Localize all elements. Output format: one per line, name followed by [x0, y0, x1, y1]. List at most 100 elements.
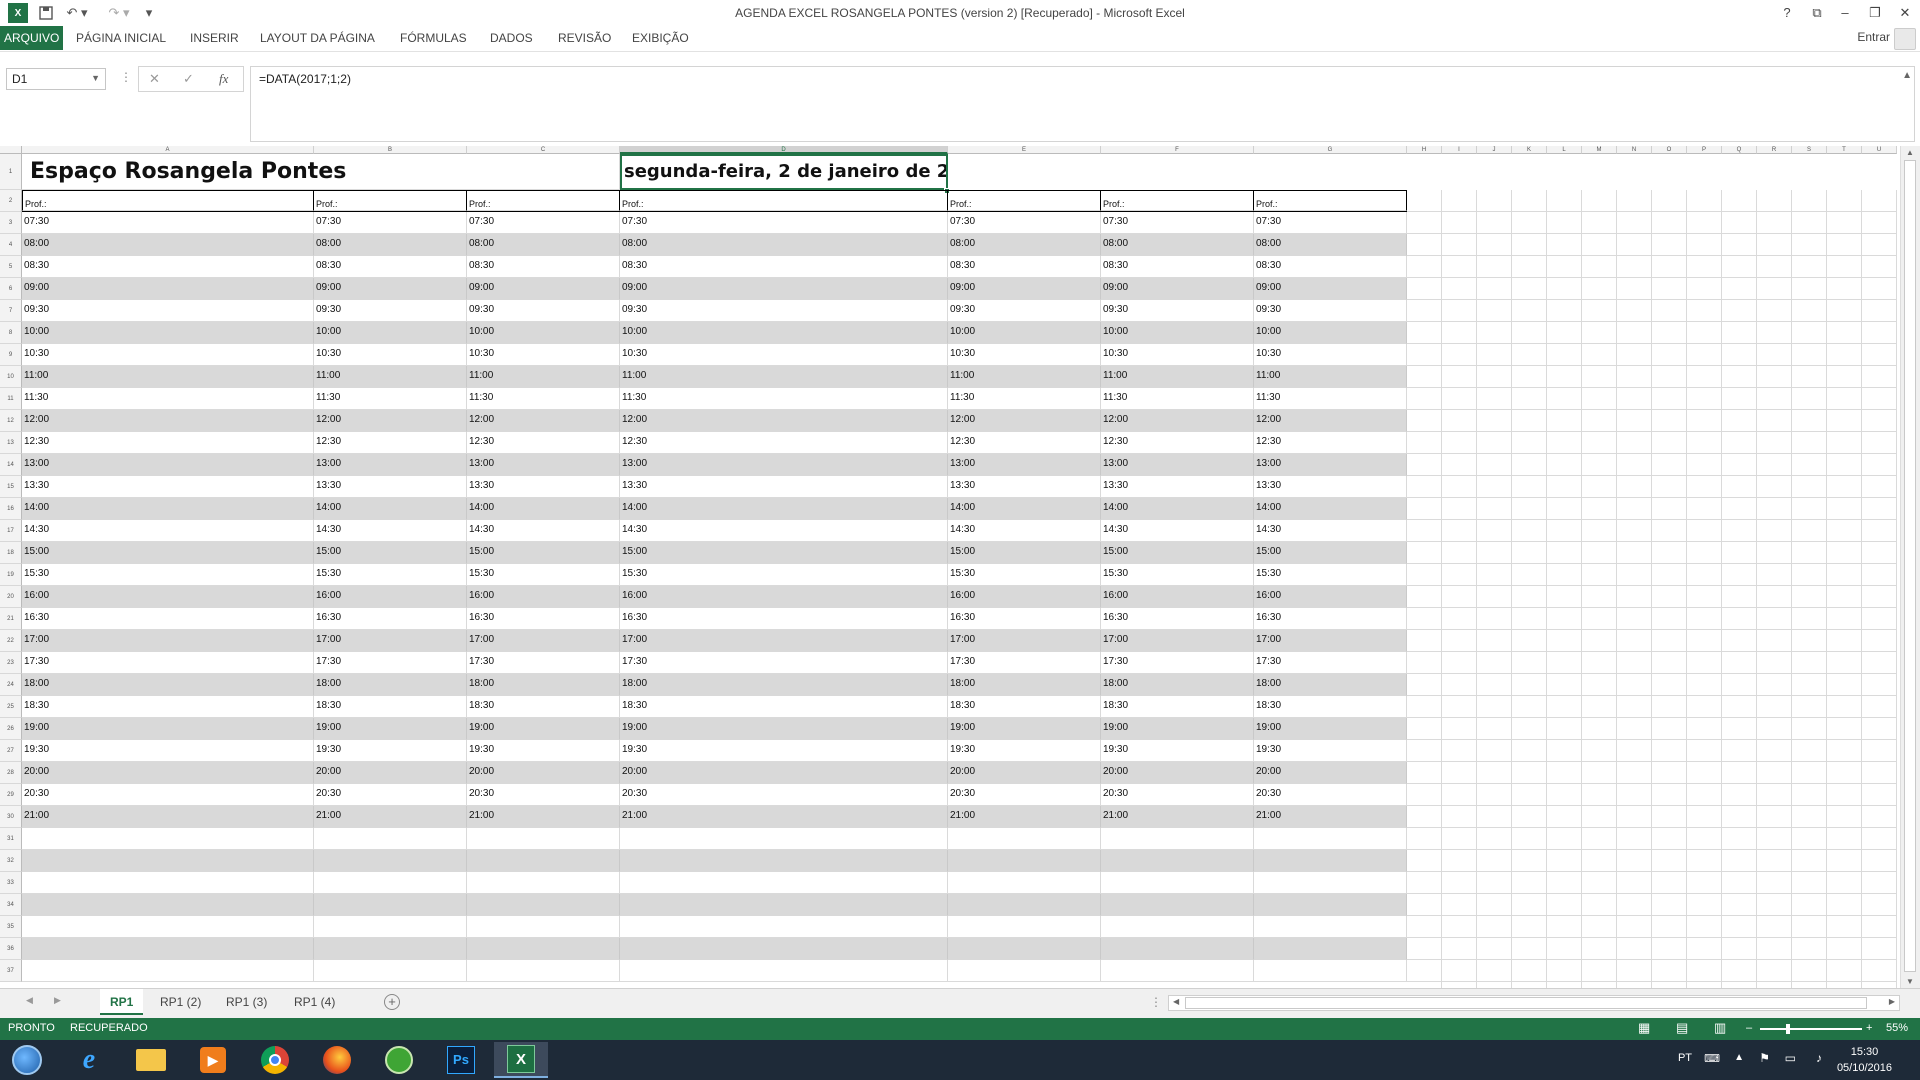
- time-cell[interactable]: 13:00: [22, 454, 314, 476]
- row-header[interactable]: 18: [0, 542, 22, 564]
- row-header[interactable]: 33: [0, 872, 22, 894]
- empty-cell[interactable]: [22, 850, 314, 872]
- empty-cell[interactable]: [467, 960, 620, 982]
- prof-cell[interactable]: Prof.:: [948, 191, 1101, 211]
- empty-cell[interactable]: [22, 894, 314, 916]
- zoom-in-icon[interactable]: +: [1866, 1022, 1872, 1034]
- time-cell[interactable]: 16:30: [1254, 608, 1407, 630]
- tray-language[interactable]: PT: [1678, 1052, 1692, 1064]
- time-cell[interactable]: 18:00: [467, 674, 620, 696]
- time-cell[interactable]: 15:00: [1101, 542, 1254, 564]
- empty-cell[interactable]: [1254, 828, 1407, 850]
- sheet-title[interactable]: Espaço Rosangela Pontes: [22, 154, 620, 190]
- time-cell[interactable]: 10:30: [467, 344, 620, 366]
- prof-cell[interactable]: Prof.:: [620, 191, 948, 211]
- time-cell[interactable]: 19:30: [314, 740, 467, 762]
- row-header[interactable]: 14: [0, 454, 22, 476]
- sheet-next-icon[interactable]: ▶: [54, 995, 61, 1006]
- column-header-d[interactable]: D: [620, 146, 948, 154]
- row-header[interactable]: 8: [0, 322, 22, 344]
- time-cell[interactable]: 11:00: [314, 366, 467, 388]
- time-cell[interactable]: 16:30: [948, 608, 1101, 630]
- column-header-c[interactable]: C: [467, 146, 620, 154]
- time-cell[interactable]: 10:00: [314, 322, 467, 344]
- row-header[interactable]: 24: [0, 674, 22, 696]
- empty-columns[interactable]: [1407, 190, 1897, 988]
- empty-cell[interactable]: [620, 850, 948, 872]
- empty-cell[interactable]: [467, 938, 620, 960]
- tray-flag-icon[interactable]: ⚑: [1759, 1051, 1770, 1065]
- empty-cell[interactable]: [948, 872, 1101, 894]
- sheet-tab[interactable]: RP1 (2): [150, 989, 211, 1015]
- time-cell[interactable]: 14:30: [1254, 520, 1407, 542]
- time-cell[interactable]: 18:30: [467, 696, 620, 718]
- time-cell[interactable]: 09:30: [22, 300, 314, 322]
- time-cell[interactable]: 10:30: [948, 344, 1101, 366]
- row-header[interactable]: 1: [0, 154, 22, 190]
- time-cell[interactable]: 19:00: [948, 718, 1101, 740]
- empty-cell[interactable]: [467, 894, 620, 916]
- time-cell[interactable]: 18:30: [1101, 696, 1254, 718]
- time-cell[interactable]: 16:00: [467, 586, 620, 608]
- time-cell[interactable]: 19:30: [948, 740, 1101, 762]
- zoom-level[interactable]: 55%: [1886, 1022, 1908, 1034]
- time-cell[interactable]: 18:30: [948, 696, 1101, 718]
- time-cell[interactable]: 09:30: [1101, 300, 1254, 322]
- time-cell[interactable]: 20:30: [22, 784, 314, 806]
- time-cell[interactable]: 19:30: [467, 740, 620, 762]
- collapse-formula-bar-icon[interactable]: ▲: [1902, 70, 1912, 81]
- chrome-icon[interactable]: [248, 1042, 302, 1078]
- time-cell[interactable]: 11:00: [467, 366, 620, 388]
- time-cell[interactable]: 12:30: [22, 432, 314, 454]
- time-cell[interactable]: 14:30: [948, 520, 1101, 542]
- empty-cell[interactable]: [314, 828, 467, 850]
- time-cell[interactable]: 19:00: [1254, 718, 1407, 740]
- excel-icon[interactable]: X: [494, 1042, 548, 1078]
- time-cell[interactable]: 21:00: [1101, 806, 1254, 828]
- time-cell[interactable]: 16:30: [1101, 608, 1254, 630]
- column-header-j[interactable]: J: [1477, 146, 1512, 154]
- empty-cell[interactable]: [314, 960, 467, 982]
- time-cell[interactable]: 11:30: [1101, 388, 1254, 410]
- row-header[interactable]: 2: [0, 190, 22, 212]
- time-cell[interactable]: 12:00: [1101, 410, 1254, 432]
- time-cell[interactable]: 12:00: [467, 410, 620, 432]
- time-cell[interactable]: 08:00: [1254, 234, 1407, 256]
- time-cell[interactable]: 12:30: [467, 432, 620, 454]
- row-header[interactable]: 26: [0, 718, 22, 740]
- time-cell[interactable]: 10:00: [467, 322, 620, 344]
- row-header[interactable]: 25: [0, 696, 22, 718]
- time-cell[interactable]: 16:00: [948, 586, 1101, 608]
- column-header-u[interactable]: U: [1862, 146, 1897, 154]
- prof-cell[interactable]: Prof.:: [1101, 191, 1254, 211]
- time-cell[interactable]: 14:30: [1101, 520, 1254, 542]
- row-header[interactable]: 32: [0, 850, 22, 872]
- row-header[interactable]: 28: [0, 762, 22, 784]
- time-cell[interactable]: 08:30: [467, 256, 620, 278]
- close-button[interactable]: ✕: [1894, 3, 1916, 23]
- empty-cell[interactable]: [1101, 872, 1254, 894]
- media-player-icon[interactable]: ▶: [186, 1042, 240, 1078]
- help-button[interactable]: ?: [1776, 3, 1798, 23]
- time-cell[interactable]: 13:00: [467, 454, 620, 476]
- empty-cell[interactable]: [948, 894, 1101, 916]
- time-cell[interactable]: 08:00: [1101, 234, 1254, 256]
- row-header[interactable]: 5: [0, 256, 22, 278]
- time-cell[interactable]: 19:30: [1254, 740, 1407, 762]
- time-cell[interactable]: 08:00: [22, 234, 314, 256]
- signin-link[interactable]: Entrar: [1857, 30, 1890, 44]
- tab-revisao[interactable]: REVISÃO: [552, 26, 617, 50]
- scroll-up-icon[interactable]: ▲: [1906, 148, 1914, 157]
- time-cell[interactable]: 21:00: [948, 806, 1101, 828]
- row-header[interactable]: 19: [0, 564, 22, 586]
- date-cell[interactable]: segunda-feira, 2 de janeiro de 2017: [620, 154, 948, 190]
- empty-cell[interactable]: [22, 828, 314, 850]
- row-header[interactable]: 36: [0, 938, 22, 960]
- time-cell[interactable]: 07:30: [22, 212, 314, 234]
- time-cell[interactable]: 17:30: [22, 652, 314, 674]
- prof-cell[interactable]: Prof.:: [1254, 191, 1407, 211]
- time-cell[interactable]: 20:00: [948, 762, 1101, 784]
- user-avatar-icon[interactable]: [1894, 28, 1916, 50]
- time-cell[interactable]: 19:00: [22, 718, 314, 740]
- time-cell[interactable]: 16:00: [1254, 586, 1407, 608]
